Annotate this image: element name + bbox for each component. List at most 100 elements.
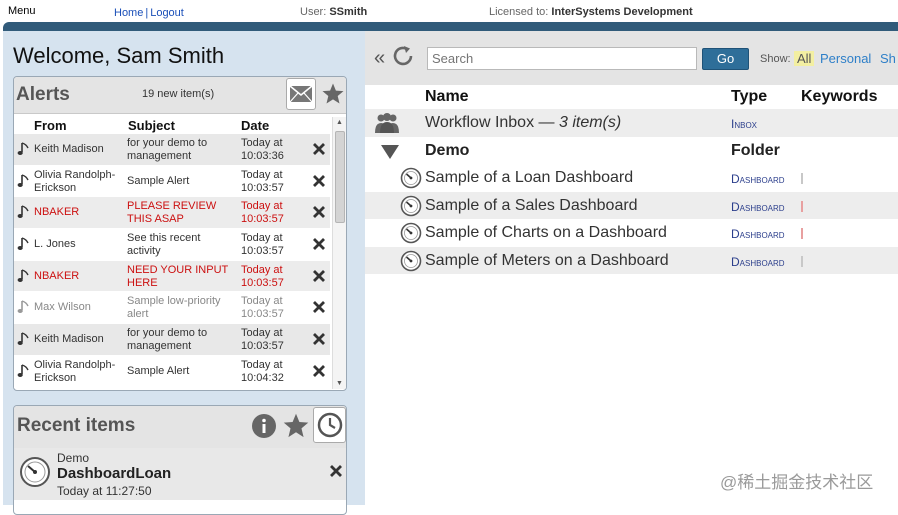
col-name[interactable]: Name [425,88,469,106]
close-icon[interactable] [312,332,326,346]
close-icon[interactable] [329,464,343,478]
alerts-header: Alerts 19 new item(s) [14,77,346,114]
license-name: InterSystems Development [551,6,693,18]
header-band [3,22,898,31]
keyword-marker [801,255,803,267]
dashboard-type: Dashboard [731,254,785,269]
alert-row[interactable]: NBAKER NEED YOUR INPUT HERE Today at 10:03… [14,260,330,293]
scroll-down-arrow[interactable]: ▼ [336,380,343,387]
history-button[interactable] [313,407,346,443]
dashboard-list: Sample of a Loan Dashboard Dashboard Sampl… [365,164,898,274]
dashboard-row[interactable]: Sample of Meters on a Dashboard Dashboard [365,246,898,274]
users-icon [375,113,399,133]
alert-row[interactable]: Max Wilson Sample low-priority alert Today… [14,292,330,325]
filter-all[interactable]: All [794,51,815,66]
watermark: @稀土掘金技术社区 [720,473,874,492]
left-panel: Welcome, Sam Smith Alerts 19 new item(s)… [3,31,365,515]
star-icon [322,83,344,104]
close-icon[interactable] [312,205,326,219]
alert-from: NBAKER [34,269,80,282]
search-input[interactable] [427,47,697,70]
workflow-inbox-row[interactable]: Workflow Inbox — 3 item(s) Inbox [365,109,898,137]
alert-date: Today at 10:03:57 [241,263,284,289]
workflow-inbox-count: 3 item(s) [558,114,622,131]
col-subject[interactable]: Subject [128,118,175,133]
gauge-icon [20,457,50,487]
home-link[interactable]: Home [114,7,143,19]
col-keywords[interactable]: Keywords [801,88,877,106]
license-info: Licensed to: InterSystems Development [489,6,693,18]
alert-row[interactable]: Keith Madison for your demo to management… [14,134,330,166]
triangle-down-icon[interactable] [381,144,399,159]
music-note-icon [17,300,29,314]
refresh-icon[interactable] [391,44,415,68]
filter-shared[interactable]: Sh [880,51,896,66]
close-icon[interactable] [312,174,326,188]
grid-header: Name Type Keywords [365,85,898,109]
recent-item-name[interactable]: DashboardLoan [57,465,171,482]
folder-row-demo[interactable]: Demo Folder [365,137,898,165]
nav-links: Home | Logout [114,7,184,19]
alerts-scrollbar[interactable]: ▲ ▼ [332,117,346,389]
alert-row[interactable]: Olivia Randolph-Erickson Sample Alert Toda… [14,355,330,388]
col-date[interactable]: Date [241,118,269,133]
star-icon[interactable] [282,412,310,440]
gauge-icon [400,195,422,216]
col-type[interactable]: Type [731,88,767,106]
mail-button[interactable] [286,78,316,110]
alert-from: NBAKER [34,206,80,219]
close-icon[interactable] [312,142,326,156]
filter-personal[interactable]: Personal [820,51,871,66]
favorites-button[interactable] [320,80,346,108]
alert-from: Keith Madison [34,143,104,155]
close-icon[interactable] [312,269,326,283]
scroll-up-arrow[interactable]: ▲ [336,119,343,126]
close-icon[interactable] [312,237,326,251]
user-label: User: [300,6,327,18]
alert-row[interactable]: NBAKER PLEASE REVIEW THIS ASAP Today at 10… [14,197,330,230]
col-from[interactable]: From [34,118,67,133]
recent-header: Recent items [14,406,346,448]
dashboard-type: Dashboard [731,172,785,186]
recent-item[interactable]: Demo DashboardLoan Today at 11:27:50 [14,448,346,500]
dashboard-row[interactable]: Sample of Charts on a Dashboard Dashboard [365,219,898,247]
dashboard-row[interactable]: Sample of a Sales Dashboard Dashboard [365,191,898,219]
dashboard-type: Dashboard [731,199,785,214]
alert-row[interactable]: Keith Madison for your demo to management… [14,324,330,356]
welcome-title: Welcome, Sam Smith [13,43,225,68]
close-icon[interactable] [312,364,326,378]
keyword-marker [801,228,803,239]
alert-subject: Sample low-priority alert [127,295,221,321]
keyword-marker [801,200,803,212]
nav-separator: | [145,7,149,19]
scroll-thumb[interactable] [335,131,345,223]
user-info: User: SSmith [300,6,367,18]
envelope-icon [289,85,313,103]
alert-date: Today at 10:03:57 [241,327,284,353]
clock-icon [317,412,342,438]
gauge-icon [400,167,422,189]
alert-from: Olivia Randolph-Erickson [34,168,116,194]
dashboard-name: Sample of Meters on a Dashboard [425,251,669,269]
recent-item-folder: Demo [57,451,90,465]
alert-row[interactable]: Olivia Randolph-Erickson Sample Alert Toda… [14,165,330,198]
go-button[interactable]: Go [702,48,749,70]
recent-item-time: Today at 11:27:50 [57,484,152,498]
workflow-inbox-type: Inbox [731,117,758,131]
music-note-icon [17,269,29,282]
close-icon[interactable] [312,300,326,314]
collapse-button[interactable]: « [374,47,385,70]
logout-link[interactable]: Logout [150,7,184,19]
user-name: SSmith [329,6,368,18]
alerts-count: 19 new item(s) [142,88,215,100]
info-icon[interactable] [251,413,277,439]
menu-link[interactable]: Menu [8,5,36,17]
catalog-toolbar: « Go Show: All Personal Sh [365,31,898,85]
catalog-grid: Name Type Keywords Workflow Inbox — 3 it… [365,85,898,274]
alert-row[interactable]: L. Jones See this recent activity Today at… [14,229,330,261]
workflow-inbox-label: Workflow Inbox — [425,114,559,131]
recent-title: Recent items [17,415,136,436]
gauge-icon [400,250,422,271]
gauge-icon [400,222,422,244]
dashboard-row[interactable]: Sample of a Loan Dashboard Dashboard [365,164,898,192]
